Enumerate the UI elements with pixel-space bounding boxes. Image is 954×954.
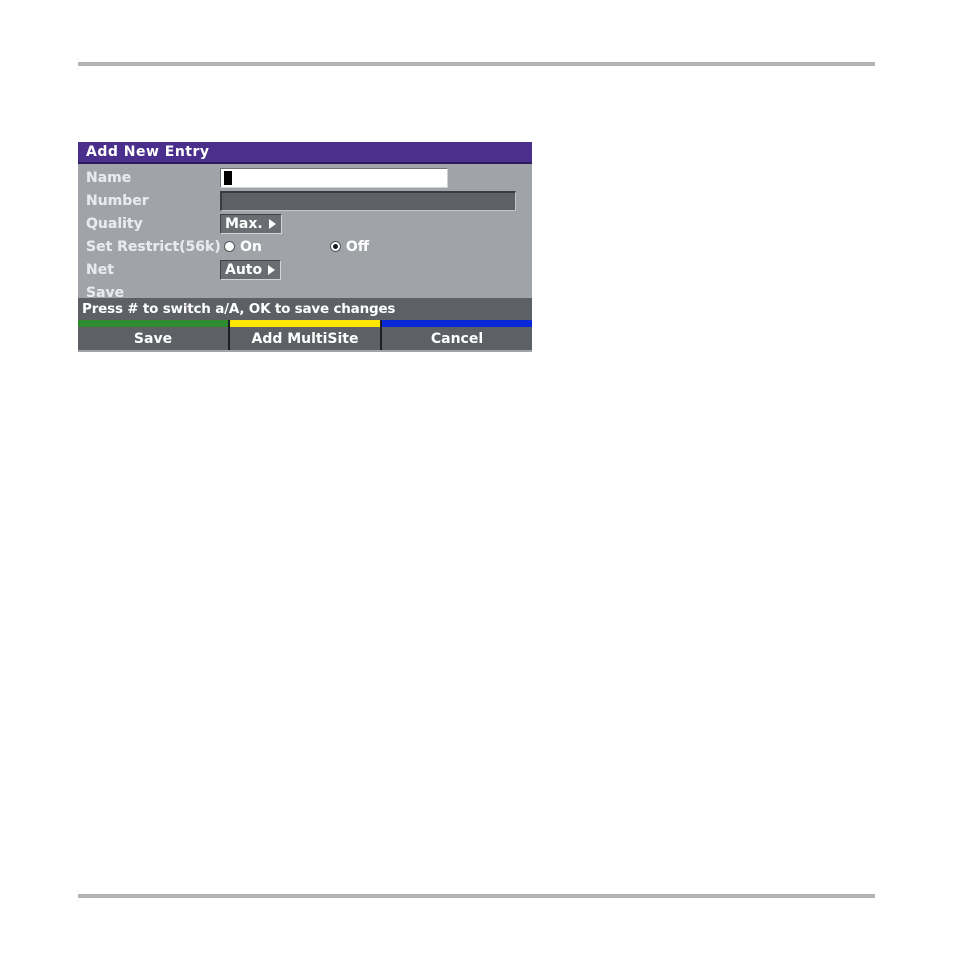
label-net: Net: [86, 261, 114, 278]
form-row-number: Number: [78, 189, 532, 212]
radio-dot-off-icon: [329, 241, 341, 252]
control-net: Auto: [220, 258, 532, 281]
form-row-save[interactable]: Save: [78, 281, 532, 304]
radio-option-on[interactable]: On: [224, 240, 262, 254]
softkey-color-blue: [382, 320, 532, 327]
form-row-set-restrict: Set Restrict(56k) On Off: [78, 235, 532, 258]
softkey-cancel-face: Cancel: [382, 327, 532, 350]
control-save: [220, 281, 532, 304]
quality-dropdown[interactable]: Max.: [220, 213, 282, 234]
control-number: [220, 189, 532, 212]
dialog-titlebar: Add New Entry: [78, 142, 532, 164]
softkey-add-multisite-face: Add MultiSite: [230, 327, 380, 350]
right-triangle-icon: [268, 218, 276, 229]
softkey-cancel[interactable]: Cancel: [382, 320, 532, 350]
text-caret: [224, 170, 232, 185]
form-row-name: Name: [78, 166, 532, 189]
softkey-bar: Save Add MultiSite Cancel: [78, 320, 532, 350]
softkey-color-green: [78, 320, 228, 327]
number-input[interactable]: [220, 190, 516, 211]
softkey-save-face: Save: [78, 327, 228, 350]
radio-label-off: Off: [345, 238, 370, 255]
label-number: Number: [86, 192, 149, 209]
softkey-add-multisite[interactable]: Add MultiSite: [230, 320, 382, 350]
form-row-quality: Quality Max.: [78, 212, 532, 235]
control-set-restrict: On Off: [220, 235, 532, 258]
softkey-color-yellow: [230, 320, 380, 327]
dialog-title: Add New Entry: [86, 144, 210, 160]
page-header-rule: [78, 62, 875, 66]
radio-label-on: On: [240, 238, 262, 255]
name-input[interactable]: [220, 167, 448, 188]
page-footer-rule: [78, 894, 875, 898]
softkey-save-label: Save: [133, 330, 173, 347]
control-name: [220, 166, 532, 189]
radio-dot-on-icon: [224, 241, 235, 252]
add-new-entry-dialog: Add New Entry Name Number Quality Max. S…: [78, 142, 532, 352]
softkey-add-multisite-label: Add MultiSite: [251, 330, 359, 347]
label-name: Name: [86, 169, 132, 186]
label-quality: Quality: [86, 215, 143, 232]
quality-dropdown-value: Max.: [225, 215, 263, 232]
form-row-net: Net Auto: [78, 258, 532, 281]
softkey-cancel-label: Cancel: [430, 330, 484, 347]
set-restrict-radio-group: On Off: [220, 240, 369, 254]
net-dropdown[interactable]: Auto: [220, 259, 282, 280]
right-triangle-icon: [268, 264, 276, 275]
radio-option-off[interactable]: Off: [329, 238, 370, 255]
dialog-body: Name Number Quality Max. Set Restrict(56…: [78, 164, 532, 301]
softkey-save[interactable]: Save: [78, 320, 230, 350]
control-quality: Max.: [220, 212, 532, 235]
net-dropdown-value: Auto: [225, 261, 263, 278]
label-set-restrict: Set Restrict(56k): [86, 238, 221, 255]
label-save: Save: [86, 284, 125, 301]
